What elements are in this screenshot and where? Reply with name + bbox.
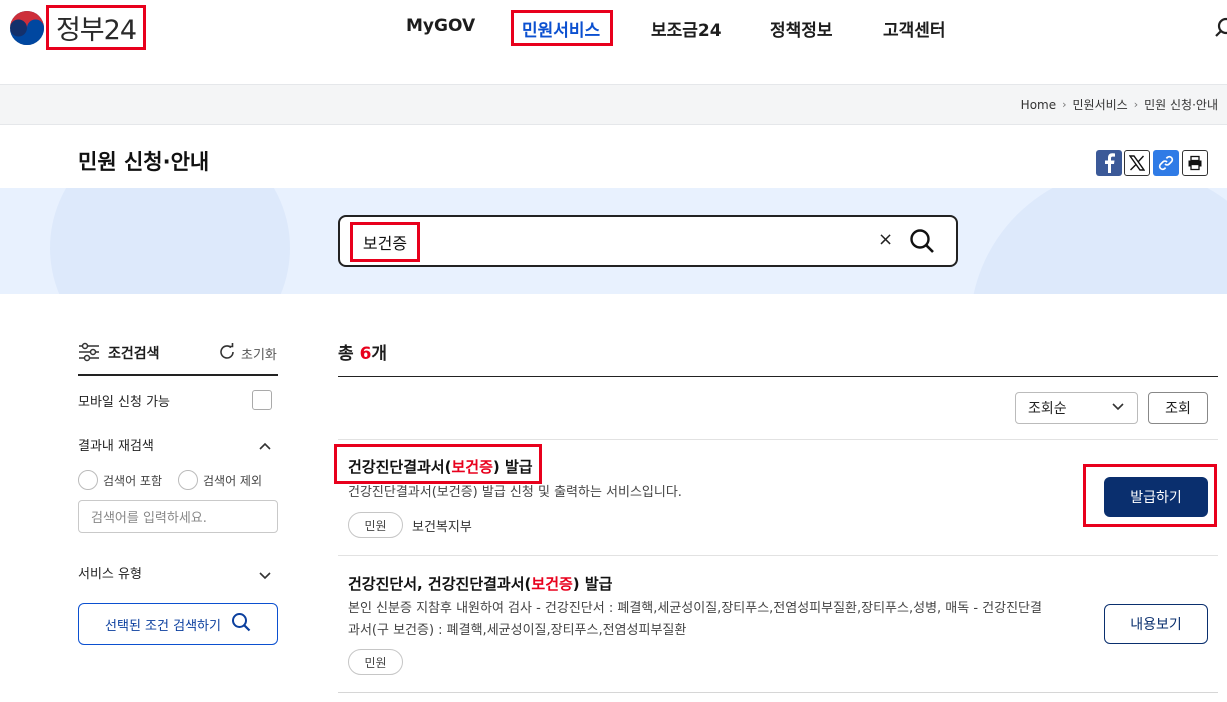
- breadcrumb: Home › 민원서비스 › 민원 신청·안내: [1021, 96, 1218, 113]
- result-item-title[interactable]: 건강진단서, 건강진단결과서(보건증) 발급: [348, 573, 612, 594]
- chevron-right-icon: ›: [1062, 98, 1067, 111]
- results-divider: [338, 376, 1218, 377]
- link-icon[interactable]: [1153, 150, 1179, 176]
- department-label: 보건복지부: [412, 520, 472, 535]
- service-type-label[interactable]: 서비스 유형: [78, 563, 142, 582]
- breadcrumb-home[interactable]: Home: [1021, 98, 1056, 112]
- search-query-text[interactable]: 보건증: [350, 222, 420, 262]
- result-total: 총 6개: [338, 344, 388, 364]
- search-icon: [231, 612, 251, 636]
- breadcrumb-current[interactable]: 민원 신청·안내: [1144, 96, 1218, 113]
- sort-apply-button[interactable]: 조회: [1148, 392, 1208, 424]
- nav-mygov[interactable]: MyGOV: [406, 16, 475, 36]
- banner-decoration: [50, 188, 290, 294]
- result-item-description: 본인 신분증 지참후 내원하여 검사 - 건강진단서 : 폐결핵,세균성이질,장…: [348, 601, 1042, 638]
- nav-policy-info[interactable]: 정책정보: [770, 16, 833, 41]
- result-item-title[interactable]: 건강진단결과서(보건증) 발급: [348, 456, 533, 477]
- research-label[interactable]: 결과내 재검색: [78, 435, 154, 454]
- category-badge: 민원: [348, 512, 403, 538]
- search-input[interactable]: [338, 215, 958, 267]
- search-icon[interactable]: [909, 228, 935, 258]
- mobile-filter-checkbox[interactable]: [252, 390, 272, 410]
- clear-search-icon[interactable]: ×: [878, 229, 893, 250]
- include-keyword-label: 검색어 포함: [103, 474, 163, 488]
- facebook-icon[interactable]: [1096, 150, 1122, 176]
- x-icon[interactable]: [1124, 150, 1150, 176]
- logo-text[interactable]: 정부24: [46, 5, 146, 50]
- sort-select[interactable]: 조회순: [1015, 392, 1138, 424]
- chevron-down-icon: [1111, 400, 1125, 416]
- print-icon[interactable]: [1182, 150, 1208, 176]
- row-divider: [338, 555, 1218, 556]
- category-badge: 민원: [348, 649, 403, 675]
- nav-customer-center[interactable]: 고객센터: [883, 16, 946, 41]
- condition-search-label: 선택된 조건 검색하기: [105, 618, 221, 634]
- reset-button[interactable]: 초기화: [241, 344, 277, 363]
- header-search-icon[interactable]: [1213, 17, 1227, 43]
- row-divider: [338, 692, 1218, 693]
- research-input[interactable]: 검색어를 입력하세요.: [78, 500, 278, 533]
- issue-button[interactable]: 발급하기: [1104, 477, 1208, 517]
- condition-search-button[interactable]: 선택된 조건 검색하기: [78, 603, 278, 645]
- filter-sliders-icon: [78, 342, 100, 366]
- row-divider: [338, 439, 1218, 440]
- chevron-up-icon[interactable]: [258, 436, 272, 455]
- result-count: 6: [359, 344, 372, 364]
- banner-decoration: [970, 188, 1227, 294]
- nav-subsidy24[interactable]: 보조금24: [651, 16, 722, 41]
- result-item-description: 건강진단결과서(보건증) 발급 신청 및 출력하는 서비스입니다.: [348, 485, 682, 500]
- reset-icon[interactable]: [218, 343, 236, 365]
- chevron-right-icon: ›: [1133, 98, 1139, 111]
- nav-civil-service[interactable]: 민원서비스: [522, 16, 600, 41]
- page-title: 민원 신청·안내: [78, 150, 210, 174]
- exclude-keyword-label: 검색어 제외: [203, 474, 263, 488]
- view-details-button[interactable]: 내용보기: [1104, 604, 1208, 644]
- include-keyword-radio[interactable]: [78, 470, 98, 490]
- exclude-keyword-radio[interactable]: [178, 470, 198, 490]
- sort-select-value: 조회순: [1028, 401, 1067, 417]
- chevron-down-icon[interactable]: [258, 566, 272, 585]
- government-emblem-icon[interactable]: [9, 10, 45, 46]
- breadcrumb-civil-service[interactable]: 민원서비스: [1073, 96, 1128, 113]
- mobile-filter-label: 모바일 신청 가능: [78, 395, 170, 410]
- filter-title: 조건검색: [108, 346, 160, 362]
